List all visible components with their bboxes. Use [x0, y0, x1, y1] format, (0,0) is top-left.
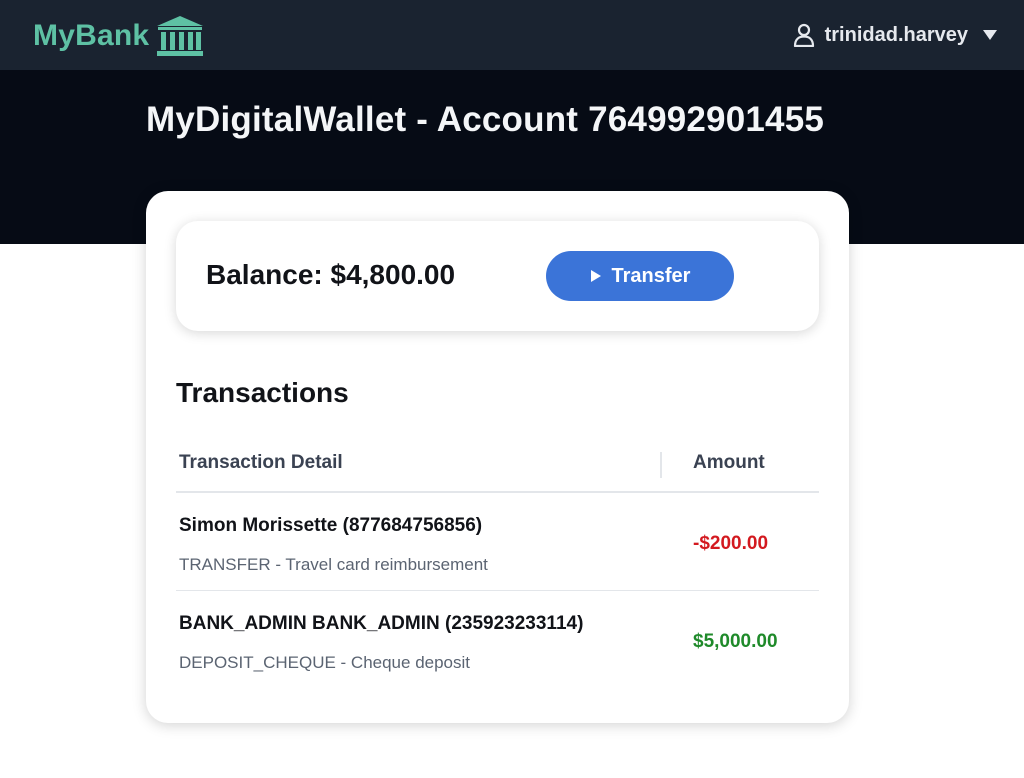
balance-panel: Balance: $4,800.00 Transfer [176, 221, 819, 331]
column-header-amount[interactable]: Amount [693, 452, 765, 474]
table-row[interactable]: BANK_ADMIN BANK_ADMIN (235923233114) DEP… [176, 591, 819, 689]
balance-label: Balance: $4,800.00 [206, 259, 456, 290]
transaction-amount: -$200.00 [693, 533, 769, 554]
caret-down-icon[interactable] [982, 29, 998, 41]
column-divider[interactable] [660, 452, 662, 478]
transactions-heading: Transactions [176, 377, 349, 408]
transaction-amount: $5,000.00 [693, 631, 778, 652]
transfer-button-label: Transfer [611, 264, 691, 287]
brand-logo[interactable]: MyBank [33, 14, 205, 58]
table-header: Transaction Detail Amount [176, 449, 819, 493]
user-menu[interactable]: trinidad.harvey [793, 18, 998, 52]
user-icon [793, 23, 814, 47]
transaction-party: Simon Morissette (877684756856) [179, 515, 483, 536]
column-header-detail[interactable]: Transaction Detail [179, 452, 343, 474]
play-icon [590, 270, 601, 282]
bank-building-icon [157, 16, 204, 56]
transaction-description: DEPOSIT_CHEQUE - Cheque deposit [179, 653, 471, 672]
transaction-description: TRANSFER - Travel card reimbursement [179, 555, 488, 574]
transactions-table: Transaction Detail Amount Simon Morisset… [176, 449, 819, 689]
brand-name: MyBank [33, 19, 150, 52]
transaction-party: BANK_ADMIN BANK_ADMIN (235923233114) [179, 613, 584, 634]
top-navbar: MyBank trinidad.harvey [0, 0, 1024, 70]
page-title: MyDigitalWallet - Account 764992901455 [146, 100, 825, 139]
username: trinidad.harvey [824, 23, 968, 46]
transfer-button[interactable]: Transfer [546, 251, 734, 301]
table-row[interactable]: Simon Morissette (877684756856) TRANSFER… [176, 493, 819, 591]
account-card: Balance: $4,800.00 Transfer Transactions… [146, 191, 849, 723]
